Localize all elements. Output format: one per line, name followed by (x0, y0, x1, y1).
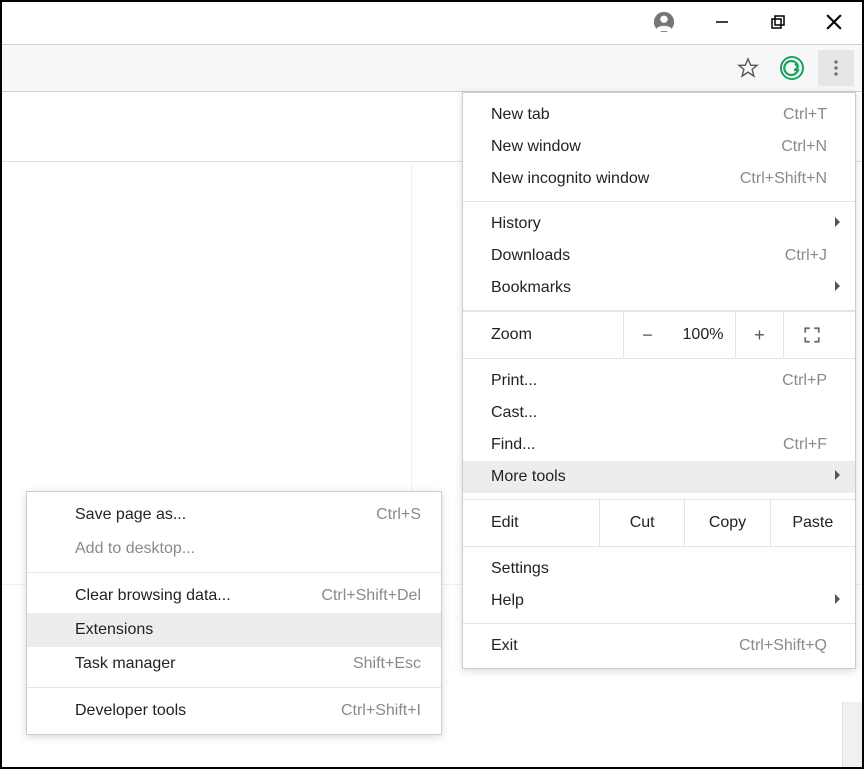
chevron-right-icon (833, 280, 843, 292)
chevron-right-icon (833, 593, 843, 605)
submenu-extensions[interactable]: Extensions (27, 613, 441, 647)
minimize-icon (715, 15, 729, 29)
zoom-out-button[interactable]: − (623, 311, 671, 359)
more-tools-submenu: Save page as... Ctrl+S Add to desktop... Cl… (26, 491, 442, 735)
menu-item-label: History (491, 215, 541, 233)
menu-section: New tab Ctrl+T New window Ctrl+N New incogni… (463, 93, 855, 201)
menu-downloads[interactable]: Downloads Ctrl+J (463, 240, 855, 272)
vertical-scrollbar[interactable] (842, 702, 862, 767)
zoom-in-button[interactable]: + (735, 311, 783, 359)
star-icon (737, 57, 759, 79)
chevron-right-icon (833, 216, 843, 228)
close-button[interactable] (806, 2, 862, 42)
menu-item-label: Bookmarks (491, 279, 571, 297)
submenu-arrow (833, 468, 843, 486)
menu-item-shortcut: Ctrl+N (781, 138, 827, 156)
main-context-menu: New tab Ctrl+T New window Ctrl+N New incogni… (462, 92, 856, 669)
menu-item-label: Exit (491, 637, 518, 655)
paste-button[interactable]: Paste (770, 500, 855, 546)
menu-item-label: More tools (491, 468, 566, 486)
edit-label: Edit (463, 500, 599, 546)
maximize-button[interactable] (750, 2, 806, 42)
menu-item-label: Settings (491, 560, 549, 578)
edit-row: EditCutCopyPaste (463, 499, 855, 547)
menu-item-shortcut: Ctrl+S (376, 506, 421, 524)
menu-item-shortcut: Ctrl+J (785, 247, 827, 265)
menu-new-tab[interactable]: New tab Ctrl+T (463, 99, 855, 131)
menu-item-label: New tab (491, 106, 550, 124)
menu-item-shortcut: Ctrl+P (782, 372, 827, 390)
menu-section: Save page as... Ctrl+S Add to desktop... (27, 492, 441, 572)
menu-history[interactable]: History (463, 208, 855, 240)
user-icon (653, 11, 675, 33)
zoom-row: Zoom−100%+ (463, 311, 855, 359)
close-icon (826, 14, 842, 30)
submenu-save-page[interactable]: Save page as... Ctrl+S (27, 498, 441, 532)
menu-item-shortcut: Ctrl+Shift+Q (739, 637, 827, 655)
menu-new-window[interactable]: New window Ctrl+N (463, 131, 855, 163)
menu-item-shortcut: Shift+Esc (353, 655, 421, 673)
menu-section: Print... Ctrl+P Cast... Find... Ctrl+F More t… (463, 359, 855, 499)
more-menu-button[interactable] (818, 50, 854, 86)
menu-section: History Downloads Ctrl+J Bookmarks (463, 202, 855, 310)
menu-item-shortcut: Ctrl+Shift+N (740, 170, 827, 188)
menu-item-label: Task manager (75, 655, 176, 673)
menu-section: Settings Help (463, 547, 855, 623)
menu-item-label: Find... (491, 436, 535, 454)
bookmark-button[interactable] (730, 50, 766, 86)
minimize-button[interactable] (694, 2, 750, 42)
menu-item-label: Cast... (491, 404, 537, 422)
fullscreen-icon (803, 326, 821, 344)
restore-icon (771, 15, 785, 29)
menu-item-label: Help (491, 592, 524, 610)
copy-button[interactable]: Copy (684, 500, 769, 546)
toolbar (2, 44, 862, 92)
menu-item-label: Clear browsing data... (75, 587, 231, 605)
submenu-task-manager[interactable]: Task manager Shift+Esc (27, 647, 441, 681)
cut-button[interactable]: Cut (599, 500, 684, 546)
menu-item-label: Extensions (75, 621, 153, 639)
menu-item-shortcut: Ctrl+F (783, 436, 827, 454)
menu-find[interactable]: Find... Ctrl+F (463, 429, 855, 461)
menu-new-incognito[interactable]: New incognito window Ctrl+Shift+N (463, 163, 855, 195)
window-controls (644, 2, 862, 42)
submenu-arrow (833, 279, 843, 297)
chevron-right-icon (833, 469, 843, 481)
submenu-clear-data[interactable]: Clear browsing data... Ctrl+Shift+Del (27, 579, 441, 613)
menu-settings[interactable]: Settings (463, 553, 855, 585)
menu-item-shortcut: Ctrl+Shift+Del (321, 587, 421, 605)
menu-more-tools[interactable]: More tools (463, 461, 855, 493)
more-vertical-icon (827, 59, 845, 77)
extension-button[interactable] (774, 50, 810, 86)
browser-window: New tab Ctrl+T New window Ctrl+N New incogni… (0, 0, 864, 769)
menu-bookmarks[interactable]: Bookmarks (463, 272, 855, 304)
menu-item-shortcut: Ctrl+T (783, 106, 827, 124)
fullscreen-button[interactable] (783, 311, 839, 359)
menu-item-label: Save page as... (75, 506, 186, 524)
submenu-dev-tools[interactable]: Developer tools Ctrl+Shift+I (27, 694, 441, 728)
submenu-arrow (833, 215, 843, 233)
submenu-arrow (833, 592, 843, 610)
zoom-label: Zoom (463, 326, 623, 344)
profile-button[interactable] (644, 2, 684, 42)
menu-item-label: New window (491, 138, 581, 156)
menu-item-label: Print... (491, 372, 537, 390)
menu-exit[interactable]: Exit Ctrl+Shift+Q (463, 630, 855, 662)
menu-item-label: Developer tools (75, 702, 186, 720)
zoom-value: 100% (671, 326, 735, 344)
menu-item-label: Downloads (491, 247, 570, 265)
menu-section: Exit Ctrl+Shift+Q (463, 624, 855, 668)
menu-item-label: New incognito window (491, 170, 649, 188)
menu-print[interactable]: Print... Ctrl+P (463, 365, 855, 397)
menu-help[interactable]: Help (463, 585, 855, 617)
menu-section: Developer tools Ctrl+Shift+I (27, 688, 441, 734)
menu-item-shortcut: Ctrl+Shift+I (341, 702, 421, 720)
menu-cast[interactable]: Cast... (463, 397, 855, 429)
menu-section: Clear browsing data... Ctrl+Shift+Del Exte… (27, 573, 441, 687)
submenu-add-desktop[interactable]: Add to desktop... (27, 532, 441, 566)
menu-item-label: Add to desktop... (75, 540, 195, 558)
grammarly-icon (780, 56, 804, 80)
